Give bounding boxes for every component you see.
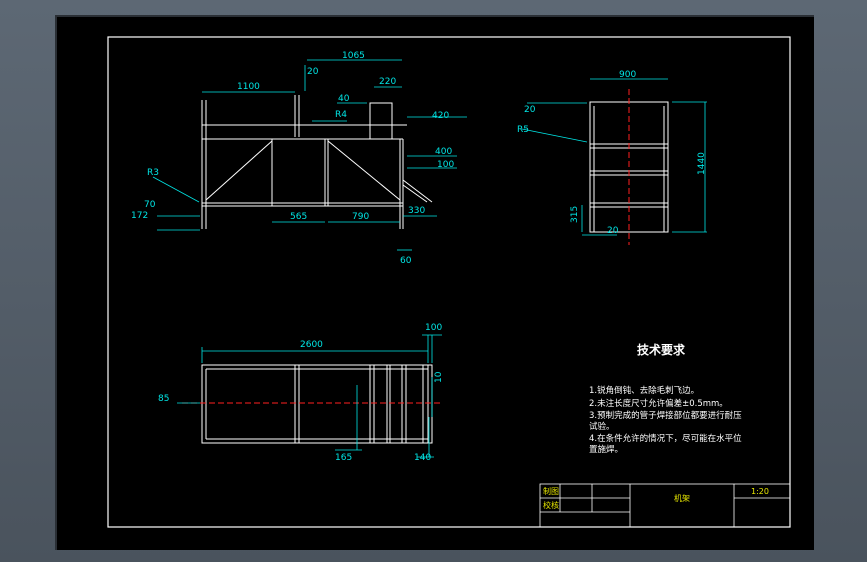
dim-140: 140 <box>414 453 431 463</box>
dim-900: 900 <box>619 70 636 80</box>
dim-790: 790 <box>352 212 369 222</box>
dim-side-20b: 20 <box>607 226 619 236</box>
tech-title: 技术要求 <box>637 342 686 357</box>
dim-r5: R5 <box>517 125 529 135</box>
dim-1440: 1440 <box>697 152 707 175</box>
tech-item-4: 4.在条件允许的情况下，尽可能在水平位 <box>589 433 742 444</box>
dim-r4: R4 <box>335 110 347 120</box>
dim-10: 10 <box>434 371 444 383</box>
titleblock-drawn: 制图 <box>543 486 559 496</box>
front-view <box>201 95 433 229</box>
front-dim-lines <box>152 59 467 251</box>
cad-viewport[interactable]: 1065 1100 20 220 40 R4 420 400 100 R3 70… <box>55 15 814 550</box>
dim-1065: 1065 <box>342 51 365 61</box>
dim-2600: 2600 <box>300 340 323 350</box>
dim-420: 420 <box>432 111 449 121</box>
tech-requirements: 技术要求 1.锐角倒钝、去除毛刺飞边。 2.未注长度尺寸允许偏差±0.5mm。 … <box>589 342 742 455</box>
dim-40: 40 <box>338 94 350 104</box>
dim-315: 315 <box>570 206 580 223</box>
dim-172: 172 <box>131 211 148 221</box>
dim-1100: 1100 <box>237 82 260 92</box>
dim-220: 220 <box>379 77 396 87</box>
dim-85: 85 <box>158 394 169 404</box>
titleblock-checked: 校核 <box>543 500 559 510</box>
drawing-canvas: 1065 1100 20 220 40 R4 420 400 100 R3 70… <box>107 36 791 528</box>
dim-70: 70 <box>144 200 156 210</box>
dim-r3: R3 <box>147 168 159 178</box>
dim-side-20: 20 <box>524 105 536 115</box>
dim-400: 400 <box>435 147 452 157</box>
tech-item-3b: 试验。 <box>589 421 615 432</box>
titleblock-name: 机架 <box>674 493 690 503</box>
titleblock-scale: 1:20 <box>751 487 769 496</box>
dim-565: 565 <box>290 212 307 222</box>
tech-item-1: 1.锐角倒钝、去除毛刺飞边。 <box>589 385 699 396</box>
dim-165: 165 <box>335 453 352 463</box>
dim-60: 60 <box>400 256 412 266</box>
dim-100: 100 <box>437 160 454 170</box>
tech-item-4b: 置施焊。 <box>589 444 623 455</box>
tech-item-2: 2.未注长度尺寸允许偏差±0.5mm。 <box>589 398 728 409</box>
dim-330: 330 <box>408 206 425 216</box>
dim-top-100: 100 <box>425 323 442 333</box>
tech-item-3: 3.预制完成的管子焊接部位都要进行耐压 <box>589 410 742 421</box>
top-view <box>201 364 433 444</box>
dim-20: 20 <box>307 67 319 77</box>
